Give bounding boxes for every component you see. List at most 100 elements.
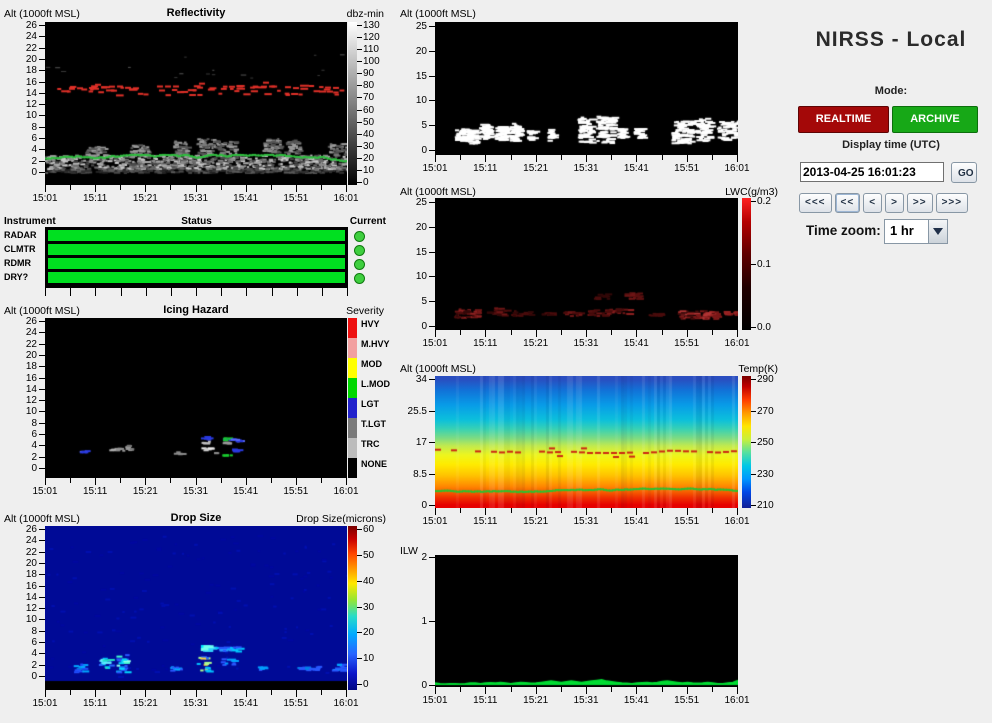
y-tick-label: 5	[421, 120, 427, 132]
x-tick-label: 16:01	[724, 338, 750, 349]
y-tick-label: 24	[25, 535, 37, 547]
nav-back-button[interactable]: <<	[834, 193, 861, 213]
colorbar-tick-label: 130	[363, 20, 380, 31]
x-tick	[221, 478, 222, 483]
x-tick-label: 15:21	[132, 486, 158, 497]
x-tick	[246, 185, 247, 192]
time-nav-buttons: <<< << < > >> >>>	[799, 193, 969, 213]
colorbar-tick-label: 250	[757, 437, 774, 448]
x-tick	[246, 478, 247, 485]
y-tick-label: 25.5	[407, 405, 427, 417]
y-tick	[429, 150, 435, 151]
chevron-down-icon[interactable]	[928, 220, 947, 243]
colorbar-tick-label: 10	[363, 653, 375, 665]
x-tick	[70, 478, 71, 483]
nav-fast-back-button[interactable]: <<<	[799, 193, 832, 213]
x-tick-label: 15:51	[283, 698, 309, 709]
x-tick-label: 15:51	[674, 163, 700, 174]
y-tick	[39, 36, 45, 38]
x-tick-label: 15:21	[132, 698, 158, 709]
y-tick-label: 6	[31, 429, 37, 441]
y-tick-label: 18	[25, 65, 37, 77]
x-tick-label: 15:51	[674, 516, 700, 527]
go-button[interactable]: GO	[951, 162, 977, 183]
x-tick	[145, 478, 146, 485]
colorbar	[742, 198, 751, 330]
x-tick	[712, 508, 713, 513]
x-tick	[737, 155, 738, 162]
x-tick-label: 15:41	[233, 486, 259, 497]
display-time-input[interactable]	[800, 162, 944, 182]
y-tick-label: 0	[31, 671, 37, 682]
colorbar-tick-label: 0.1	[757, 259, 771, 270]
nav-fwd-button[interactable]: >>	[906, 193, 933, 213]
current-header: Current	[349, 216, 386, 227]
x-tick	[120, 478, 121, 483]
x-tick	[536, 687, 537, 694]
x-tick-label: 15:31	[182, 193, 209, 204]
y-tick-label: 8.5	[413, 468, 427, 480]
colorbar-tick	[357, 658, 362, 660]
y-tick	[429, 557, 435, 558]
severity-label: MOD	[361, 359, 382, 369]
y-tick	[39, 400, 45, 402]
nav-step-fwd-button[interactable]: >	[885, 193, 904, 213]
colorbar-tick-label: 10	[363, 164, 375, 176]
severity-swatch	[348, 458, 357, 478]
nav-fast-fwd-button[interactable]: >>>	[935, 193, 969, 213]
severity-swatch	[348, 338, 357, 358]
severity-label: LGT	[361, 399, 379, 409]
y-tick-label: 10	[415, 271, 427, 283]
y-tick-label: 12	[25, 99, 37, 111]
y-tick-label: 20	[25, 53, 37, 65]
x-tick	[120, 690, 121, 695]
x-tick	[460, 508, 461, 513]
y-tick-label: 0	[421, 321, 427, 332]
y-tick	[429, 276, 435, 278]
y-tick-label: 12	[25, 395, 37, 407]
nav-step-back-button[interactable]: <	[863, 193, 883, 213]
x-tick-label: 15:51	[283, 486, 309, 497]
status-indicator	[354, 244, 365, 256]
status-indicator	[354, 258, 365, 270]
y-tick	[39, 676, 45, 677]
alt-axis-label: Alt (1000ft MSL)	[400, 8, 476, 20]
panel-ilw: ILW 2 1 0 15:01 15:11 15:21 15:31 15:41 15:51 16:…	[398, 541, 792, 723]
colorbar-tick-label: 0	[363, 679, 369, 690]
y-tick	[429, 326, 435, 327]
x-tick	[170, 690, 171, 695]
x-tick-label: 15:41	[623, 516, 649, 527]
y-tick-label: 22	[25, 338, 37, 350]
reflectivity-plot	[45, 22, 347, 185]
realtime-button[interactable]: REALTIME	[798, 106, 889, 133]
y-tick	[429, 75, 435, 77]
x-tick	[662, 330, 663, 335]
x-tick	[271, 478, 272, 483]
y-tick-label: 26	[25, 316, 37, 327]
x-tick-label: 15:31	[573, 338, 599, 349]
y-tick	[39, 445, 45, 447]
time-zoom-select[interactable]: 1 hr	[884, 219, 948, 244]
x-tick	[296, 690, 297, 697]
mode-label: Mode:	[874, 85, 908, 97]
x-tick-label: 15:41	[623, 695, 649, 706]
x-tick	[321, 690, 322, 695]
y-tick-label: 26	[25, 524, 37, 535]
archive-button[interactable]: ARCHIVE	[892, 106, 978, 133]
y-tick	[429, 125, 435, 127]
colorbar-tick-label: 40	[363, 128, 375, 140]
x-tick	[687, 330, 688, 337]
colorbar-tick	[357, 684, 362, 685]
x-tick	[95, 185, 96, 192]
colorbar-tick	[357, 133, 362, 135]
y-tick-label: 0	[421, 145, 427, 156]
y-tick-label: 2	[31, 155, 37, 167]
y-tick-label: 14	[25, 383, 37, 395]
x-tick-label: 15:01	[422, 516, 448, 527]
x-tick	[561, 508, 562, 513]
ceilometer-plot	[435, 22, 738, 155]
dropsize-plot	[45, 526, 347, 690]
x-tick	[120, 185, 121, 190]
y-tick-label: 22	[25, 42, 37, 54]
y-tick	[39, 529, 45, 530]
